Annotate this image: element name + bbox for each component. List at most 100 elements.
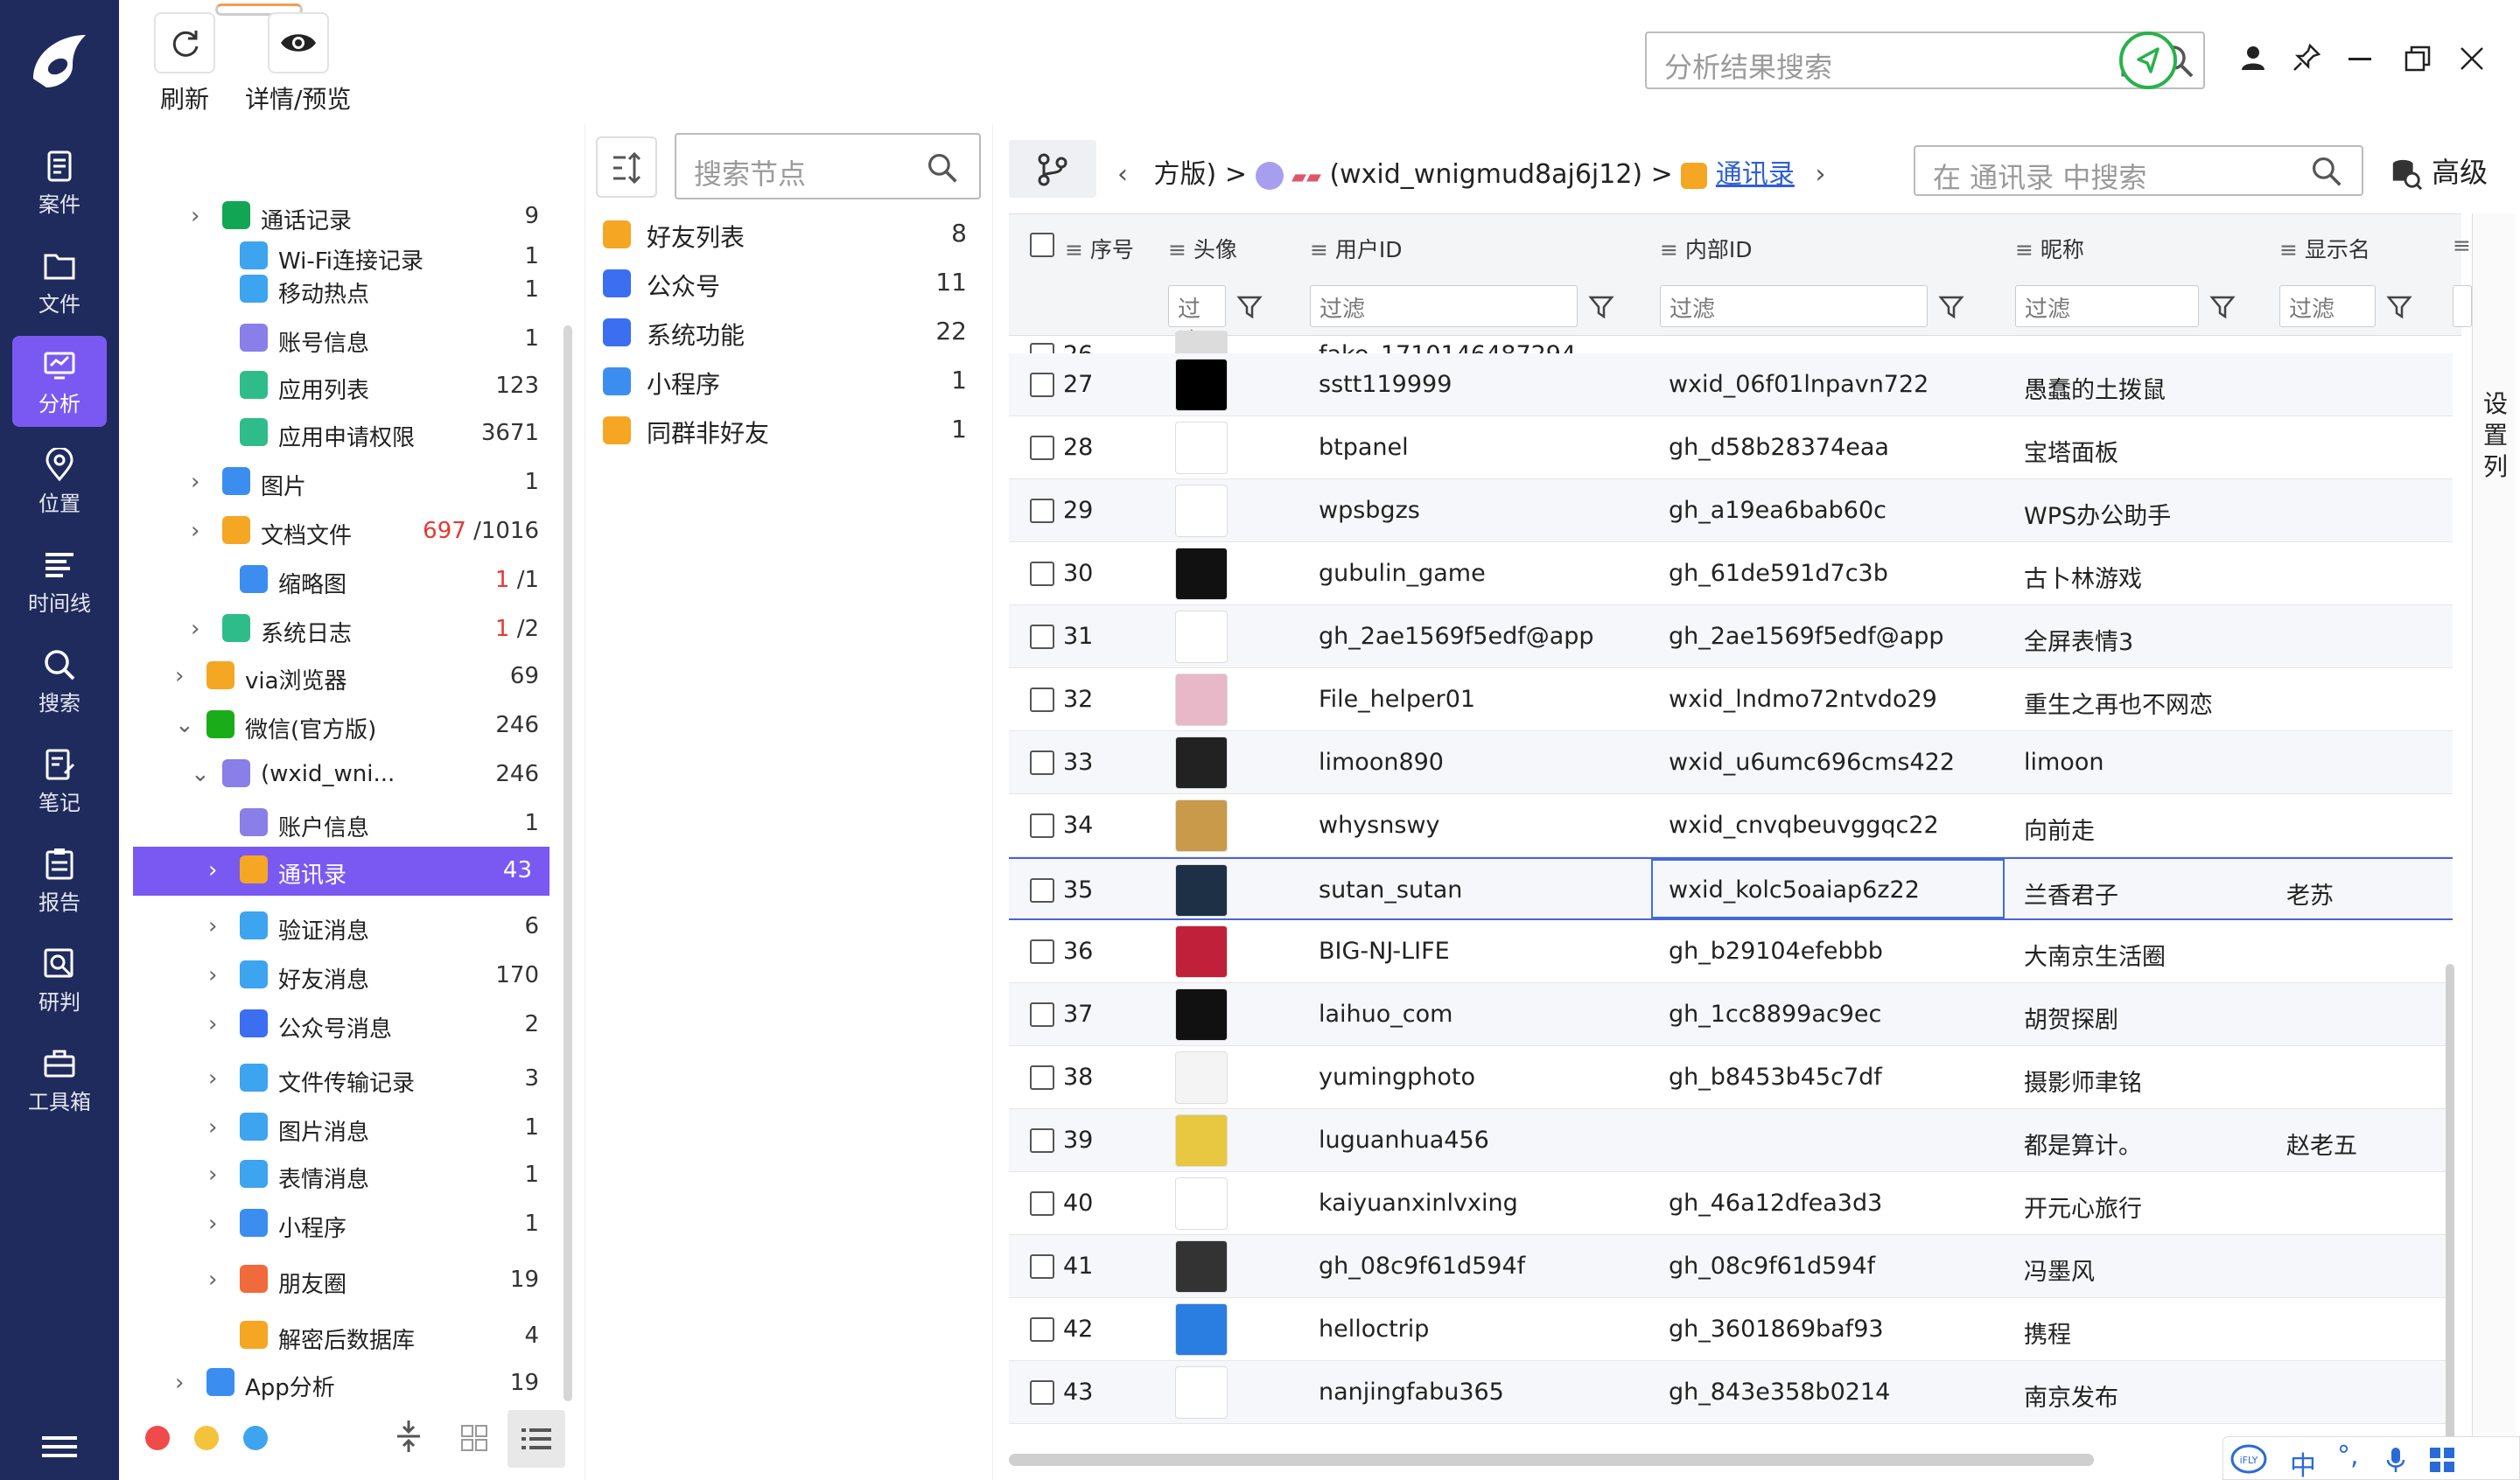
chevron-right-icon[interactable]: › xyxy=(208,1114,217,1141)
search-icon[interactable] xyxy=(2311,156,2342,187)
tree-item[interactable]: › 文件传输记录 3 xyxy=(119,1055,556,1104)
grid-h-scrollbar[interactable] xyxy=(1009,1454,2094,1466)
cell-internalid[interactable]: gh_46a12dfea3d3 xyxy=(1669,1190,1882,1217)
hamburger-menu-icon[interactable] xyxy=(42,1435,77,1459)
row-checkbox[interactable] xyxy=(1030,1254,1054,1279)
col-internalid[interactable]: ≡ 内部ID xyxy=(1660,233,1753,290)
input-method-bar[interactable]: iFLY 中 °, xyxy=(2222,1436,2520,1480)
nav-notes[interactable]: 笔记 xyxy=(12,735,107,826)
table-row[interactable]: 35 sutan_sutan wxid_kolc5oaiap6z22 兰香君子 老苏 xyxy=(1009,857,2453,920)
column-filter-input[interactable] xyxy=(2453,285,2472,327)
cell-internalid[interactable]: gh_61de591d7c3b xyxy=(1669,560,1888,587)
chevron-right-icon[interactable]: › xyxy=(208,1211,217,1237)
select-all-checkbox[interactable] xyxy=(1030,233,1054,257)
tree-item[interactable]: › 验证消息 6 xyxy=(119,903,556,952)
tree-item[interactable]: 账户信息 1 xyxy=(119,799,556,848)
cell-internalid[interactable]: gh_2ae1569f5edf@app xyxy=(1669,623,1944,650)
close-icon[interactable] xyxy=(2459,45,2485,72)
yellow-dot-icon[interactable] xyxy=(194,1426,219,1450)
restore-icon[interactable] xyxy=(2404,45,2431,72)
node-item[interactable]: 公众号 11 xyxy=(603,259,970,308)
table-row[interactable]: 31 gh_2ae1569f5edf@app gh_2ae1569f5edf@app… xyxy=(1009,605,2453,668)
table-row[interactable]: 30 gubulin_game gh_61de591d7c3b 古卜林游戏 xyxy=(1009,542,2453,605)
tree-item[interactable]: ⌄ 微信(官方版) 246 xyxy=(119,702,556,750)
node-item[interactable]: 小程序 1 xyxy=(603,357,970,406)
node-item[interactable]: 同群非好友 1 xyxy=(603,406,970,455)
blue-dot-icon[interactable] xyxy=(243,1426,268,1450)
chevron-right-icon[interactable]: › xyxy=(208,1065,217,1092)
nav-case[interactable]: 案件 xyxy=(12,136,107,227)
column-filter-input[interactable]: 过滤 xyxy=(2015,285,2199,327)
breadcrumb-back-icon[interactable]: ‹ xyxy=(1117,159,1128,190)
tree-scrollbar[interactable] xyxy=(564,325,572,1401)
cell-internalid[interactable]: gh_a19ea6bab60c xyxy=(1669,497,1886,524)
tree-item[interactable]: › App分析 19 xyxy=(119,1359,556,1408)
row-checkbox[interactable] xyxy=(1030,939,1054,964)
col-seq[interactable]: ≡ 序号 xyxy=(1065,233,1134,290)
table-row[interactable]: 28 btpanel gh_d58b28374eaa 宝塔面板 xyxy=(1009,416,2453,479)
tree-item[interactable]: ⌄ (wxid_wni... 246 xyxy=(119,750,556,799)
node-item[interactable]: 系统功能 22 xyxy=(603,308,970,357)
chevron-right-icon[interactable]: › xyxy=(208,962,217,988)
row-checkbox[interactable] xyxy=(1030,1380,1054,1405)
tree-item[interactable]: 账号信息 1 xyxy=(119,315,556,364)
cell-internalid[interactable]: gh_b8453b45c7df xyxy=(1669,1064,1882,1091)
table-row[interactable]: 39 luguanhua456 都是算计。 赵老五 xyxy=(1009,1109,2453,1172)
nav-file[interactable]: 文件 xyxy=(12,236,107,327)
search-icon[interactable] xyxy=(927,152,958,184)
chevron-right-icon[interactable]: › xyxy=(208,1011,217,1037)
collapse-icon[interactable] xyxy=(396,1419,422,1454)
filter-icon[interactable] xyxy=(2386,294,2412,320)
filter-icon[interactable] xyxy=(2209,294,2236,320)
filter-icon[interactable] xyxy=(1588,294,1614,320)
chevron-right-icon[interactable]: › xyxy=(175,663,184,689)
row-checkbox[interactable] xyxy=(1030,688,1054,712)
tree-item[interactable]: › 系统日志 1 /2 xyxy=(119,605,556,654)
send-status-icon[interactable] xyxy=(2118,30,2179,91)
chevron-right-icon[interactable]: › xyxy=(208,857,217,883)
row-checkbox[interactable] xyxy=(1030,1128,1054,1153)
chevron-down-icon[interactable]: ⌄ xyxy=(191,761,210,787)
table-row[interactable]: 34 whysnswy wxid_cnvqbeuvggqc22 向前走 xyxy=(1009,794,2453,857)
table-row[interactable]: 42 helloctrip gh_3601869baf93 携程 xyxy=(1009,1298,2453,1361)
tree-item[interactable]: 缩略图 1 /1 xyxy=(119,556,556,605)
row-checkbox[interactable] xyxy=(1030,499,1054,523)
nav-search[interactable]: 搜索 xyxy=(12,635,107,726)
cell-internalid[interactable]: wxid_cnvqbeuvggqc22 xyxy=(1669,812,1939,839)
cell-internalid[interactable]: gh_b29104efebbb xyxy=(1669,938,1883,965)
cell-internalid[interactable]: wxid_kolc5oaiap6z22 xyxy=(1669,876,1920,904)
table-row[interactable]: 29 wpsbgzs gh_a19ea6bab60c WPS办公助手 xyxy=(1009,479,2453,542)
col-displayname[interactable]: ≡ 显示名 xyxy=(2279,233,2370,290)
branch-button[interactable] xyxy=(1009,140,1096,198)
column-filter-input[interactable]: 过滤 xyxy=(1168,285,1226,355)
grid-v-scrollbar[interactable] xyxy=(2446,964,2454,1480)
grid-view-icon[interactable] xyxy=(460,1424,488,1452)
node-item[interactable]: 好友列表 8 xyxy=(603,210,970,259)
refresh-button[interactable]: 刷新 xyxy=(154,12,215,115)
tree-item[interactable]: 移动热点 1 xyxy=(119,266,556,315)
tree-item[interactable]: › 文档文件 697 /1016 xyxy=(119,507,556,556)
table-row[interactable]: 27 sstt119999 wxid_06f01lnpavn722 愚蠢的土拨鼠 xyxy=(1009,353,2453,416)
list-view-button[interactable] xyxy=(508,1410,565,1468)
advanced-search-button[interactable]: 高级 xyxy=(2390,150,2488,191)
grid-search-input[interactable]: 在 通讯录 中搜索 xyxy=(1914,145,2363,196)
filter-icon[interactable] xyxy=(1938,294,1964,320)
cell-internalid[interactable]: gh_1cc8899ac9ec xyxy=(1669,1001,1881,1028)
row-checkbox[interactable] xyxy=(1030,878,1054,903)
row-checkbox[interactable] xyxy=(1030,1065,1054,1090)
tree-item[interactable]: › 好友消息 170 xyxy=(119,952,556,1001)
cell-internalid[interactable]: wxid_lndmo72ntvdo29 xyxy=(1669,686,1937,713)
tree-item[interactable]: › 朋友圈 19 xyxy=(119,1256,556,1305)
tree-item[interactable]: › 通讯录 43 xyxy=(133,847,550,896)
cell-internalid[interactable]: gh_3601869baf93 xyxy=(1669,1316,1884,1343)
row-checkbox[interactable] xyxy=(1030,1317,1054,1342)
red-dot-icon[interactable] xyxy=(145,1426,170,1450)
cell-internalid[interactable]: gh_843e358b0214 xyxy=(1669,1379,1890,1406)
chevron-right-icon[interactable]: › xyxy=(208,1162,217,1188)
col-avatar[interactable]: ≡ 头像 xyxy=(1168,233,1237,290)
chevron-right-icon[interactable]: › xyxy=(208,913,217,939)
row-checkbox[interactable] xyxy=(1030,1191,1054,1216)
node-search-input[interactable]: 搜索节点 xyxy=(675,133,981,199)
breadcrumb-current[interactable]: 通讯录 xyxy=(1716,159,1795,190)
row-checkbox[interactable] xyxy=(1030,436,1054,460)
